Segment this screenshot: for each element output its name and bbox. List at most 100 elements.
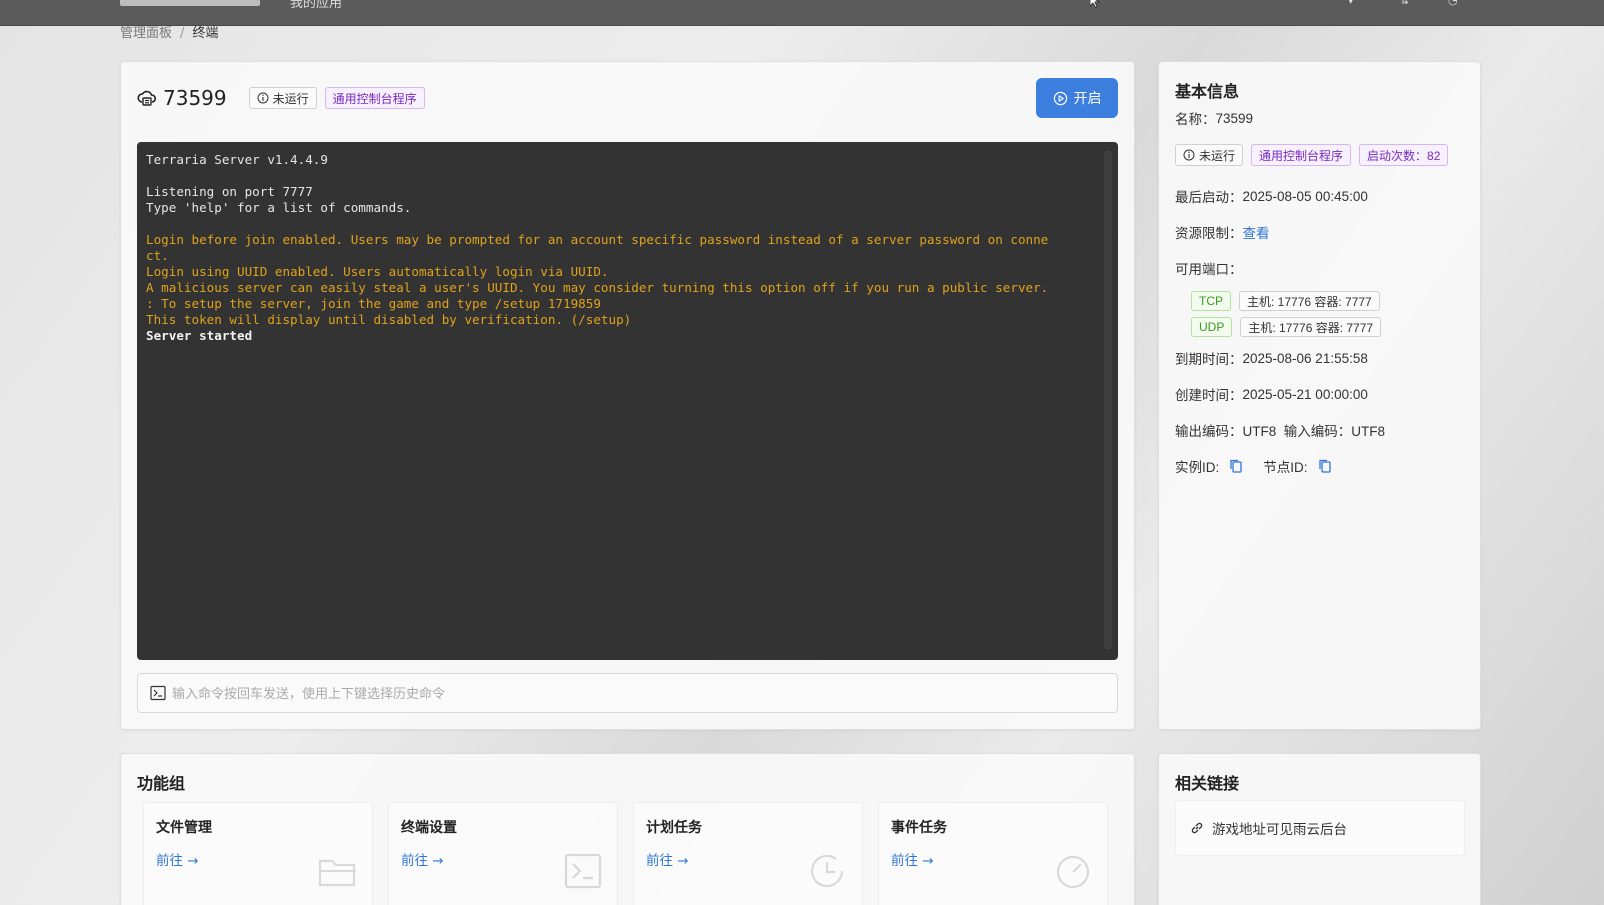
func-go-link[interactable]: 前往 → (156, 849, 199, 869)
status-badge: 未运行 (248, 87, 317, 109)
expire-row: 到期时间： 2025-08-06 21:55:58 (1175, 348, 1368, 368)
port-row-udp: UDP 主机: 17776 容器: 7777 (1191, 317, 1389, 337)
protocol-badge: TCP (1191, 291, 1231, 311)
status-text: 未运行 (272, 91, 309, 106)
language-icon[interactable]: ⇅ (1400, 0, 1410, 7)
user-icon[interactable]: ▾ (1348, 0, 1358, 7)
name-value: 73599 (1215, 110, 1254, 126)
func-file-manager[interactable]: 文件管理 前往 → (143, 802, 373, 905)
command-input-box[interactable] (137, 673, 1118, 713)
created-value: 2025-05-21 00:00:00 (1242, 386, 1368, 402)
clock-icon (810, 854, 844, 888)
port-mapping: 主机: 17776 容器: 7777 (1239, 291, 1380, 311)
related-links-title: 相关链接 (1175, 774, 1240, 793)
terminal-prompt-icon (150, 685, 166, 701)
func-event-tasks[interactable]: 事件任务 前往 → (878, 802, 1108, 905)
terminal-line: A malicious server can easily steal a us… (146, 280, 1049, 295)
name-label: 名称： (1175, 112, 1216, 127)
related-links-card: 相关链接 游戏地址可见雨云后台 (1158, 753, 1481, 905)
func-go-link[interactable]: 前往 → (401, 849, 444, 869)
instance-header: 73599 未运行 通用控制台程序 (137, 86, 433, 110)
terminal-line: Type 'help' for a list of commands. (146, 200, 412, 215)
status-text: 未运行 (1199, 148, 1236, 163)
mouse-cursor-icon (1090, 0, 1100, 8)
info-icon (1183, 149, 1195, 161)
func-title: 终端设置 (401, 820, 457, 836)
terminal-icon (564, 853, 602, 889)
expire-value: 2025-08-06 21:55:58 (1242, 350, 1368, 366)
info-tags-row: 未运行 通用控制台程序 启动次数：82 (1175, 144, 1449, 166)
terminal-line: Listening on port 7777 (146, 184, 313, 199)
function-group-card: 功能组 文件管理 前往 → 终端设置 前往 → 计划任务 前往 → 事件任务 前… (120, 753, 1135, 905)
created-label: 创建时间： (1175, 388, 1243, 403)
copy-instance-id-icon[interactable] (1229, 459, 1243, 473)
resource-view-link[interactable]: 查看 (1243, 222, 1270, 242)
top-navbar: 我的应用 ▾ ⇅ ◔ (0, 0, 1604, 26)
node-id-label: 节点ID: (1263, 460, 1308, 475)
related-link-item[interactable]: 游戏地址可见雨云后台 (1175, 800, 1465, 856)
ports-label: 可用端口： (1175, 262, 1243, 277)
func-terminal-settings[interactable]: 终端设置 前往 → (388, 802, 618, 905)
resource-label: 资源限制： (1175, 226, 1243, 241)
terminal-output[interactable]: Terraria Server v1.4.4.9 Listening on po… (137, 142, 1118, 660)
last-start-value: 2025-08-05 00:45:00 (1242, 188, 1368, 204)
basic-info-title: 基本信息 (1175, 82, 1240, 101)
expire-label: 到期时间： (1175, 352, 1243, 367)
nav-my-apps[interactable]: 我的应用 (290, 0, 342, 11)
command-input[interactable] (172, 685, 1117, 701)
func-scheduled-tasks[interactable]: 计划任务 前往 → (633, 802, 863, 905)
func-title: 计划任务 (646, 820, 702, 836)
ports-label-row: 可用端口： (1175, 258, 1243, 278)
start-button[interactable]: 开启 (1036, 78, 1118, 118)
protocol-badge: UDP (1191, 317, 1233, 337)
start-count-badge: 启动次数：82 (1359, 144, 1449, 166)
info-icon (257, 92, 269, 104)
settings-icon[interactable]: ◔ (1448, 0, 1458, 7)
start-button-label: 开启 (1073, 91, 1102, 107)
terminal-scrollbar[interactable] (1104, 150, 1112, 650)
func-title: 文件管理 (156, 820, 212, 836)
breadcrumb-root[interactable]: 管理面板 (120, 26, 172, 41)
port-mapping: 主机: 17776 容器: 7777 (1240, 317, 1382, 337)
terminal-line: ct. (146, 248, 169, 263)
last-start-row: 最后启动： 2025-08-05 00:45:00 (1175, 186, 1368, 206)
breadcrumb-current: 终端 (192, 26, 219, 41)
func-title: 事件任务 (891, 820, 947, 836)
function-group-title: 功能组 (137, 774, 186, 793)
terminal-line: Login before join enabled. Users may be … (146, 232, 1049, 247)
folder-icon (318, 859, 356, 887)
breadcrumb-separator: / (180, 26, 185, 41)
encoding-row: 输出编码：UTF8 输入编码：UTF8 (1175, 420, 1385, 440)
instance-name: 73599 (163, 86, 227, 110)
app-logo[interactable] (120, 0, 260, 6)
terminal-line: : To setup the server, join the game and… (146, 296, 601, 311)
terminal-line: Server started (146, 328, 253, 343)
ids-row: 实例ID: 节点ID: (1175, 456, 1352, 476)
instance-id-label: 实例ID: (1175, 460, 1220, 475)
type-badge: 通用控制台程序 (324, 87, 425, 109)
related-link-text: 游戏地址可见雨云后台 (1212, 822, 1347, 837)
play-circle-icon (1053, 91, 1067, 105)
terminal-line: Login using UUID enabled. Users automati… (146, 264, 609, 279)
terminal-card: 73599 未运行 通用控制台程序 开启 Terraria Server v1.… (120, 61, 1135, 730)
type-badge: 通用控制台程序 (1251, 144, 1352, 166)
func-go-link[interactable]: 前往 → (646, 849, 689, 869)
basic-info-card: 基本信息 名称： 73599 未运行 通用控制台程序 启动次数：82 最后启动：… (1158, 61, 1481, 730)
created-row: 创建时间： 2025-05-21 00:00:00 (1175, 384, 1368, 404)
terminal-lines: Terraria Server v1.4.4.9 Listening on po… (146, 152, 1109, 344)
last-start-label: 最后启动： (1175, 190, 1243, 205)
link-icon (1191, 822, 1203, 834)
resource-row: 资源限制： 查看 (1175, 222, 1270, 242)
name-row: 名称： 73599 (1175, 108, 1253, 128)
breadcrumb: 管理面板 / 终端 (120, 22, 218, 41)
terminal-line: This token will display until disabled b… (146, 312, 632, 327)
gauge-icon (1056, 855, 1090, 889)
encoding-text: 输出编码：UTF8 输入编码：UTF8 (1175, 424, 1386, 439)
status-badge: 未运行 (1175, 144, 1244, 166)
func-go-link[interactable]: 前往 → (891, 849, 934, 869)
copy-node-id-icon[interactable] (1318, 459, 1332, 473)
port-row-tcp: TCP 主机: 17776 容器: 7777 (1191, 291, 1388, 311)
terminal-line: Terraria Server v1.4.4.9 (146, 152, 328, 167)
